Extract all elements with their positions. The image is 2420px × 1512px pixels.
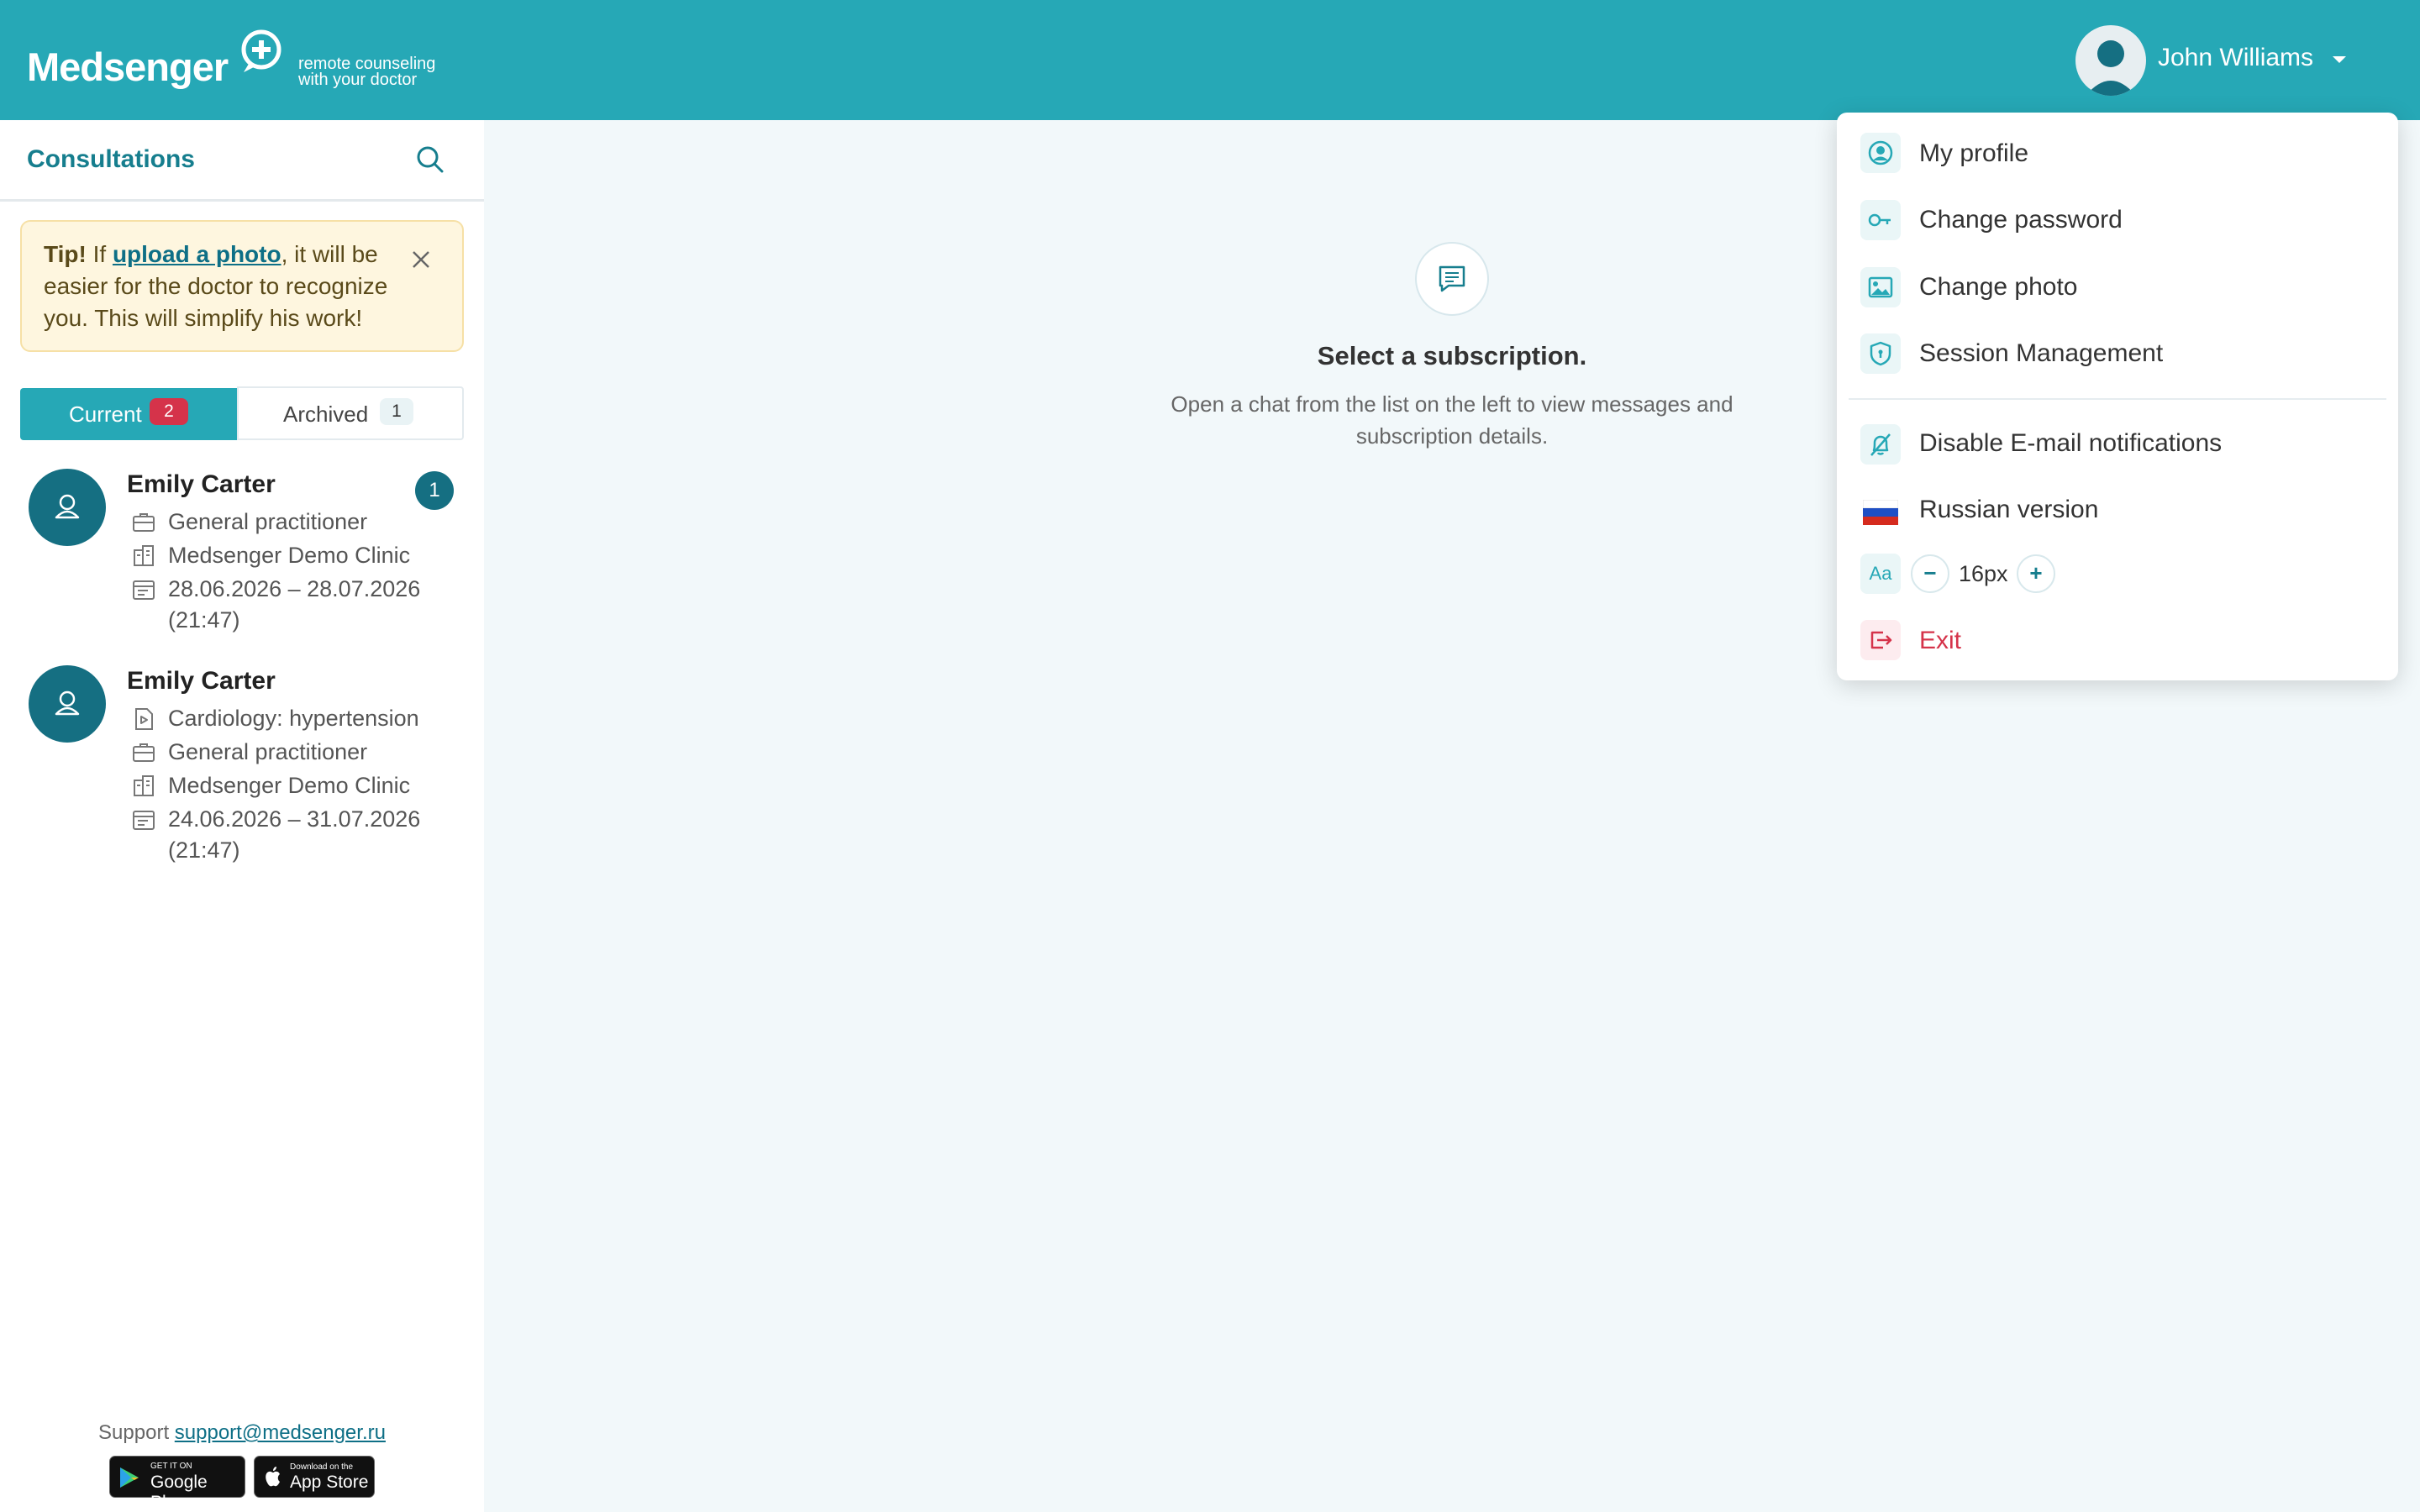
empty-state-subtitle: Open a chat from the list on the left to… [1171,391,1733,449]
subscription-time: (21:47) [168,607,240,633]
app-store-button[interactable]: Download on the App Store [254,1456,375,1498]
caret-down-icon[interactable] [2333,56,2346,63]
subscription-dates: 24.06.2026 – 31.07.2026 [168,806,421,832]
document-play-icon [135,708,153,730]
empty-state-icon-wrap [1415,242,1489,316]
doctor-name: Emily Carter [127,470,276,498]
clinic-icon [134,775,154,796]
doctor-name: Emily Carter [127,667,276,695]
subscription-time: (21:47) [168,837,240,863]
program-name: Cardiology: hypertension [168,706,419,731]
support-email-link[interactable]: support@medsenger.ru [175,1421,386,1444]
calendar-icon [133,811,155,830]
tab-archived-label: Archived [283,402,369,427]
apple-icon [266,1467,280,1487]
user-menu-toggle[interactable]: John Williams [2158,44,2313,72]
clinic-name: Medsenger Demo Clinic [168,543,411,568]
upload-photo-link[interactable]: upload a photo [113,241,281,267]
bell-off-icon [1860,424,1901,465]
tab-archived-count: 1 [380,398,413,425]
user-avatar-icon [2086,40,2136,96]
tab-current-label: Current [69,402,142,427]
briefcase-icon [133,513,155,532]
user-icon [55,494,80,519]
font-decrease-button[interactable]: − [1911,554,1949,593]
font-size-value: 16px [1959,561,2008,586]
logout-icon [1860,620,1901,660]
logo[interactable]: Medsenger [27,44,229,90]
doctor-avatar [29,469,106,546]
unread-count-badge: 1 [415,471,454,510]
key-icon [1860,200,1901,240]
message-icon [1439,265,1465,292]
google-play-button[interactable]: GET IT ON Google Play [109,1456,245,1512]
close-icon[interactable] [407,245,435,274]
shield-icon [1860,333,1901,374]
font-size-icon: Aa [1860,554,1901,594]
menu-item-label: My profile [1919,139,2029,167]
briefcase-icon [133,743,155,762]
calendar-icon [133,580,155,600]
menu-item-label: Change photo [1919,273,2078,301]
doctor-avatar [29,665,106,743]
russian-flag-icon [1863,500,1898,525]
google-play-icon [120,1467,139,1488]
doctor-specialty: General practitioner [168,739,368,764]
empty-state-title: Select a subscription. [1317,341,1587,370]
support-line: Support support@medsenger.ru [98,1421,386,1444]
doctor-specialty: General practitioner [168,509,368,534]
image-icon [1860,267,1901,307]
font-increase-button[interactable]: + [2017,554,2055,593]
menu-item-label: Russian version [1919,496,2099,523]
logo-plus-icon [241,29,281,72]
tab-current-count: 2 [150,398,188,425]
menu-item-label: Change password [1919,206,2123,234]
user-circle-icon [1860,133,1901,173]
sidebar-title: Consultations [27,145,195,173]
user-avatar[interactable] [2075,25,2146,96]
menu-item-label: Disable E-mail notifications [1919,429,2223,457]
subscription-dates: 28.06.2026 – 28.07.2026 [168,576,421,601]
menu-item-label: Session Management [1919,339,2164,367]
clinic-name: Medsenger Demo Clinic [168,773,411,798]
user-icon [55,690,80,716]
menu-divider [1849,398,2386,400]
exit-label: Exit [1919,627,1962,654]
clinic-icon [134,545,154,566]
logo-tagline: remote counseling with your doctor [298,55,436,89]
sidebar-divider [0,199,484,202]
search-icon[interactable] [412,141,449,178]
tip-text: Tip! If upload a photo, it will be easie… [44,241,388,331]
